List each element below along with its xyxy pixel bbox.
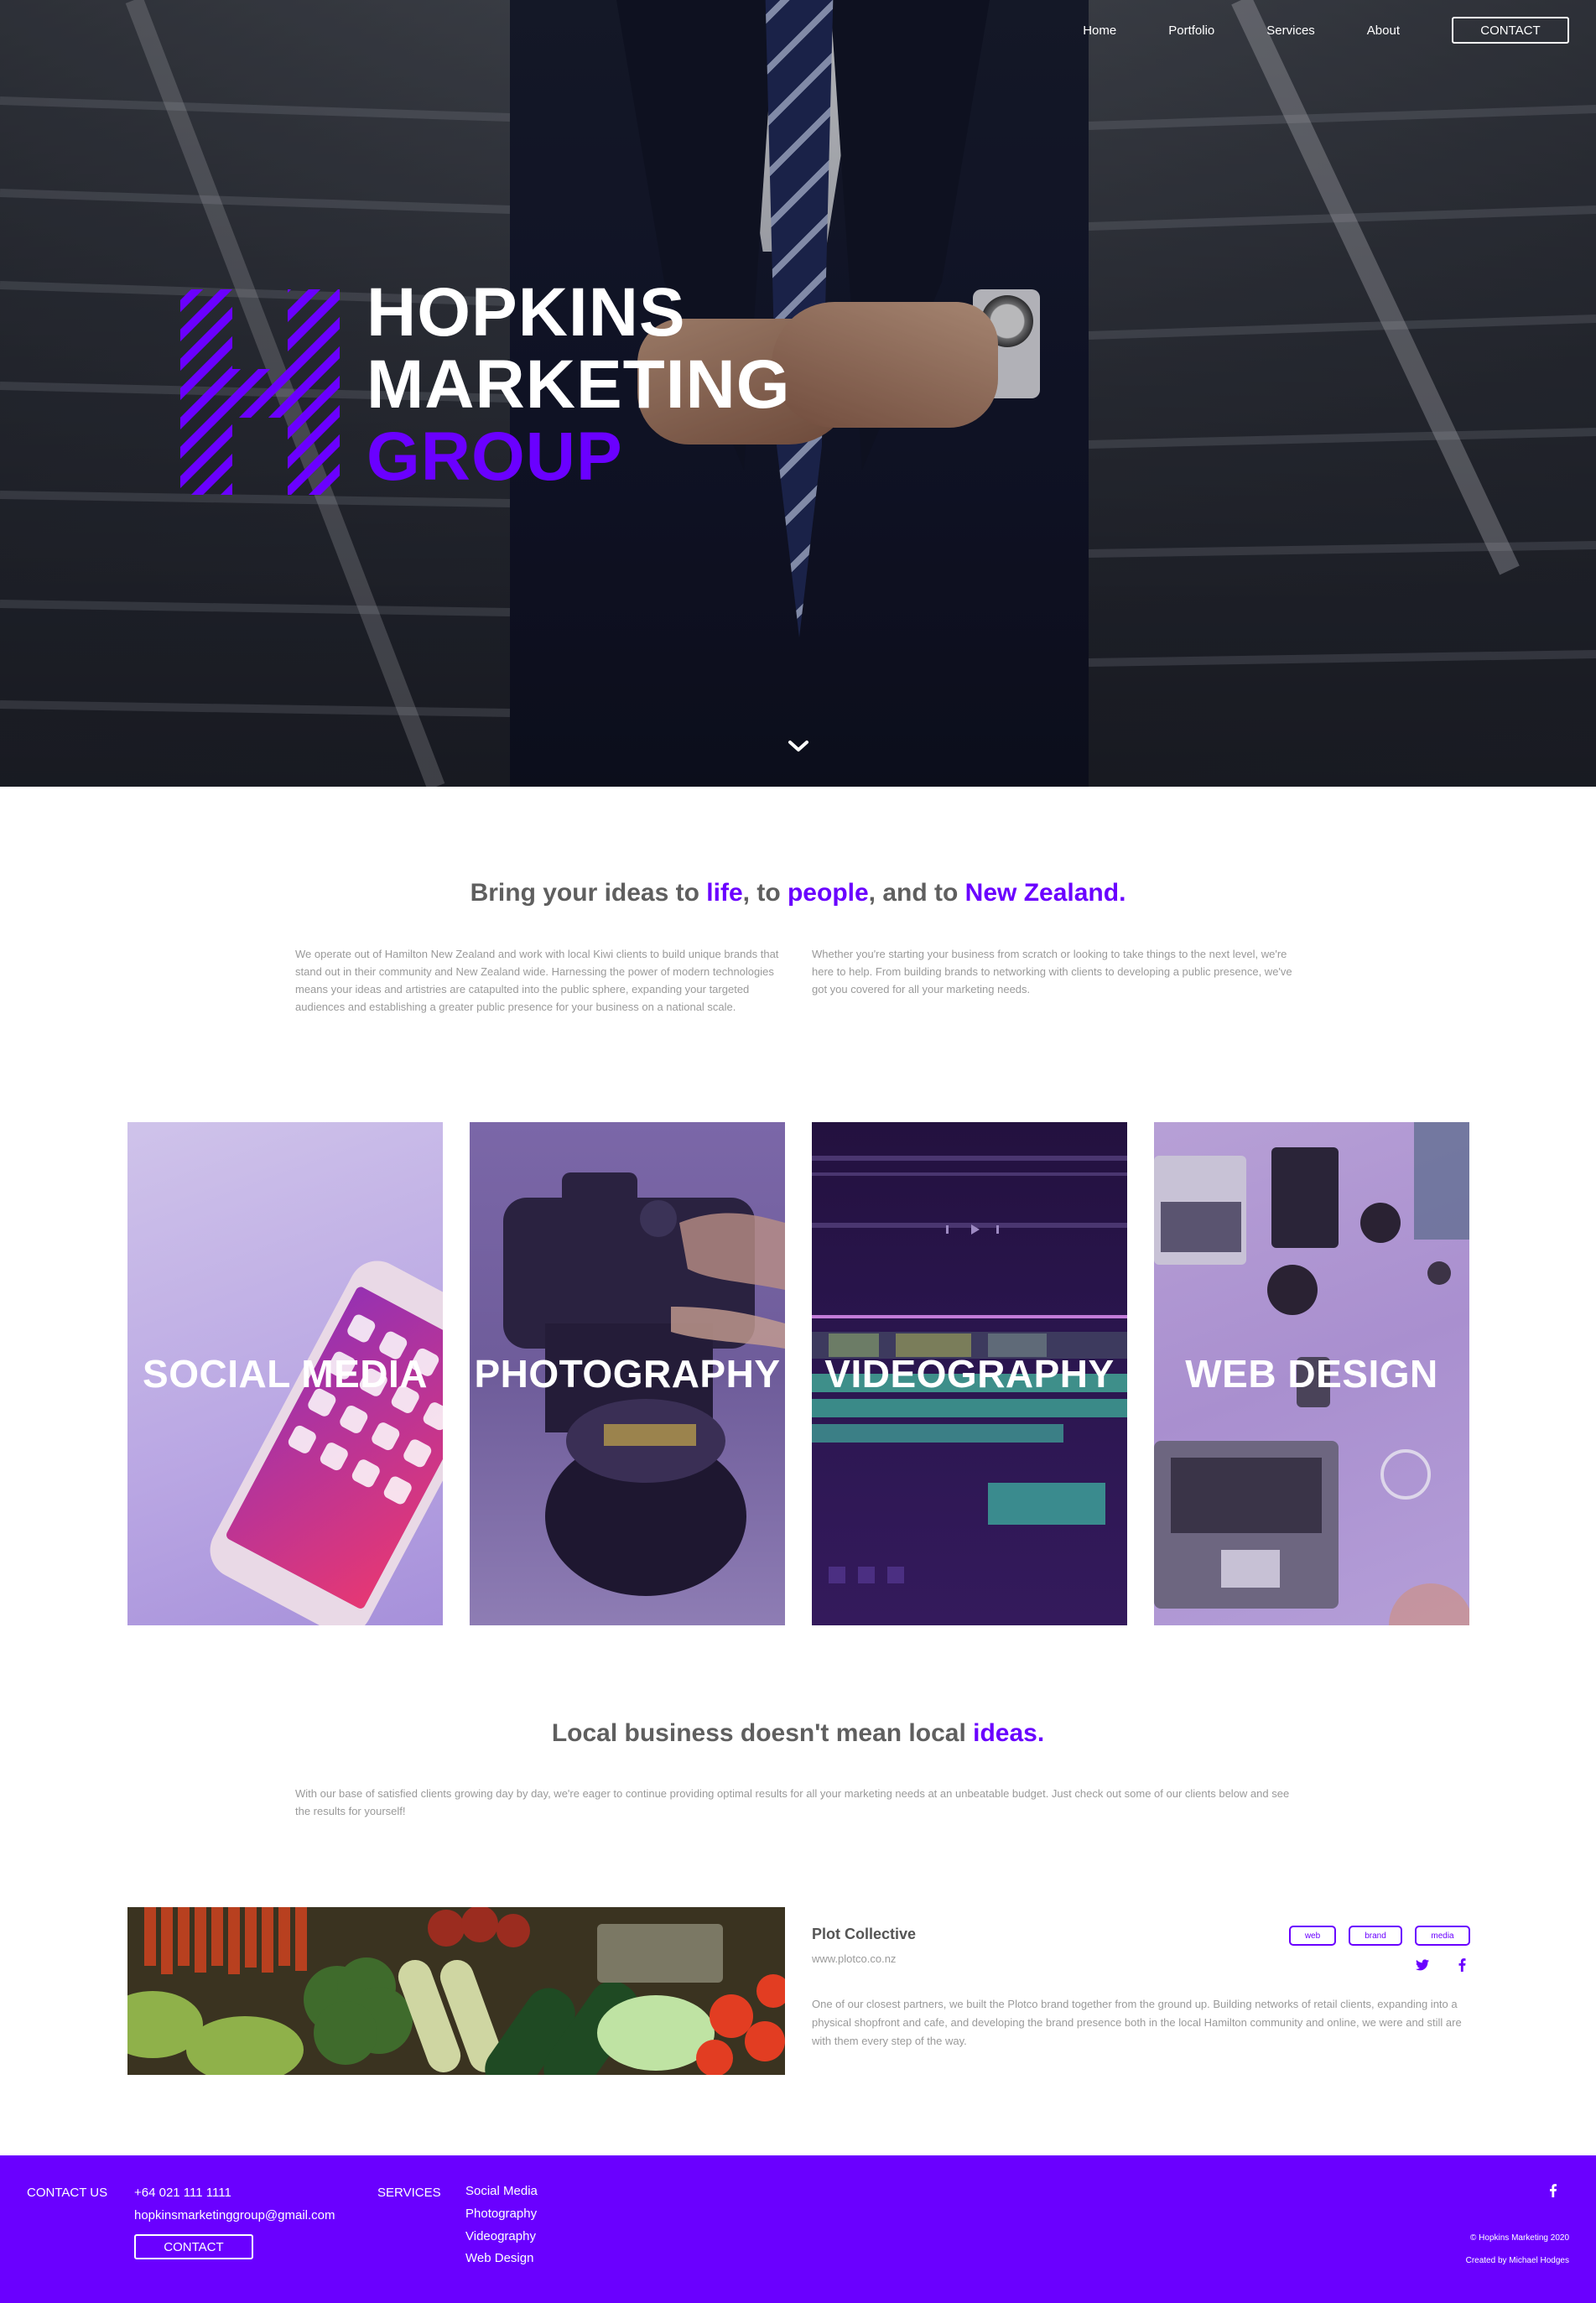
scroll-down-chevron-icon[interactable] xyxy=(786,738,811,755)
service-label-photography: PHOTOGRAPHY xyxy=(474,1352,781,1396)
service-tile-videography[interactable]: VIDEOGRAPHY xyxy=(812,1122,1127,1625)
footer-email[interactable]: hopkinsmarketinggroup@gmail.com xyxy=(134,2208,335,2222)
footer-contact-button[interactable]: CONTACT xyxy=(134,2234,253,2259)
footer-credit: Created by Michael Hodges xyxy=(1465,2256,1569,2265)
twitter-icon[interactable] xyxy=(1416,1959,1429,1971)
intro-highlight-people: people xyxy=(787,879,869,907)
client-name: Plot Collective xyxy=(812,1926,917,1942)
brand-line-marketing: MARKETING xyxy=(367,346,791,423)
service-tile-social-media[interactable]: SOCIAL MEDIA xyxy=(127,1122,443,1625)
footer-copyright: © Hopkins Marketing 2020 xyxy=(1470,2233,1569,2243)
service-label-videography: VIDEOGRAPHY xyxy=(824,1352,1115,1396)
site-footer: CONTACT US +64 021 111 1111 hopkinsmarke… xyxy=(0,2155,1596,2303)
footer-service-social-media[interactable]: Social Media xyxy=(465,2184,538,2198)
nav-portfolio[interactable]: Portfolio xyxy=(1168,23,1214,38)
intro-highlight-life: life xyxy=(706,879,743,907)
client-url-link[interactable]: www.plotco.co.nz xyxy=(812,1952,896,1965)
hero-brand-title: HOPKINS MARKETING GROUP xyxy=(367,277,791,493)
hero-section: Home Portfolio Services About CONTACT HO… xyxy=(0,0,1596,787)
local-highlight-ideas: ideas xyxy=(973,1719,1037,1747)
intro-headline-text: , and to xyxy=(868,879,965,907)
nav-services[interactable]: Services xyxy=(1266,23,1315,38)
footer-contact-heading: CONTACT US xyxy=(27,2186,108,2200)
local-headline: Local business doesn't mean local ideas. xyxy=(0,1719,1596,1748)
hopkins-h-logo-icon xyxy=(180,289,340,495)
intro-paragraph-left: We operate out of Hamilton New Zealand a… xyxy=(295,948,779,1013)
nav-contact-button[interactable]: CONTACT xyxy=(1452,17,1569,44)
nav-home[interactable]: Home xyxy=(1083,23,1116,38)
brand-line-hopkins: HOPKINS xyxy=(367,274,686,351)
main-nav: Home Portfolio Services About CONTACT xyxy=(1083,17,1569,44)
intro-paragraph-right: Whether you're starting your business fr… xyxy=(812,948,1292,996)
service-tile-web-design[interactable]: WEB DESIGN xyxy=(1154,1122,1469,1625)
local-headline-text: Local business doesn't mean local xyxy=(551,1719,974,1747)
client-tag-media[interactable]: media xyxy=(1415,1926,1470,1946)
client-tag-web[interactable]: web xyxy=(1289,1926,1336,1946)
brand-line-group: GROUP xyxy=(367,418,623,495)
facebook-icon[interactable] xyxy=(1458,1958,1466,1972)
footer-facebook-icon[interactable] xyxy=(1550,2184,1557,2197)
intro-highlight-nz: New Zealand xyxy=(964,879,1120,907)
intro-headline-period: . xyxy=(1119,879,1126,907)
service-tile-photography[interactable]: PHOTOGRAPHY xyxy=(470,1122,785,1625)
footer-service-web-design[interactable]: Web Design xyxy=(465,2251,533,2265)
intro-headline-text: , to xyxy=(742,879,788,907)
local-headline-period: . xyxy=(1037,1719,1045,1747)
footer-service-photography[interactable]: Photography xyxy=(465,2207,537,2221)
footer-phone[interactable]: +64 021 111 1111 xyxy=(134,2186,231,2200)
intro-headline: Bring your ideas to life, to people, and… xyxy=(0,879,1596,907)
client-tag-brand[interactable]: brand xyxy=(1349,1926,1402,1946)
footer-services-heading: SERVICES xyxy=(377,2186,441,2200)
nav-about[interactable]: About xyxy=(1367,23,1400,38)
footer-service-videography[interactable]: Videography xyxy=(465,2229,536,2243)
vegetables-image xyxy=(127,1907,785,2075)
client-image-vegetables xyxy=(127,1907,785,2075)
client-description: One of our closest partners, we built th… xyxy=(812,1998,1462,2047)
service-label-social-media: SOCIAL MEDIA xyxy=(143,1352,428,1396)
service-label-web-design: WEB DESIGN xyxy=(1185,1352,1438,1396)
intro-headline-text: Bring your ideas to xyxy=(470,879,707,907)
local-paragraph: With our base of satisfied clients growi… xyxy=(295,1787,1290,1817)
